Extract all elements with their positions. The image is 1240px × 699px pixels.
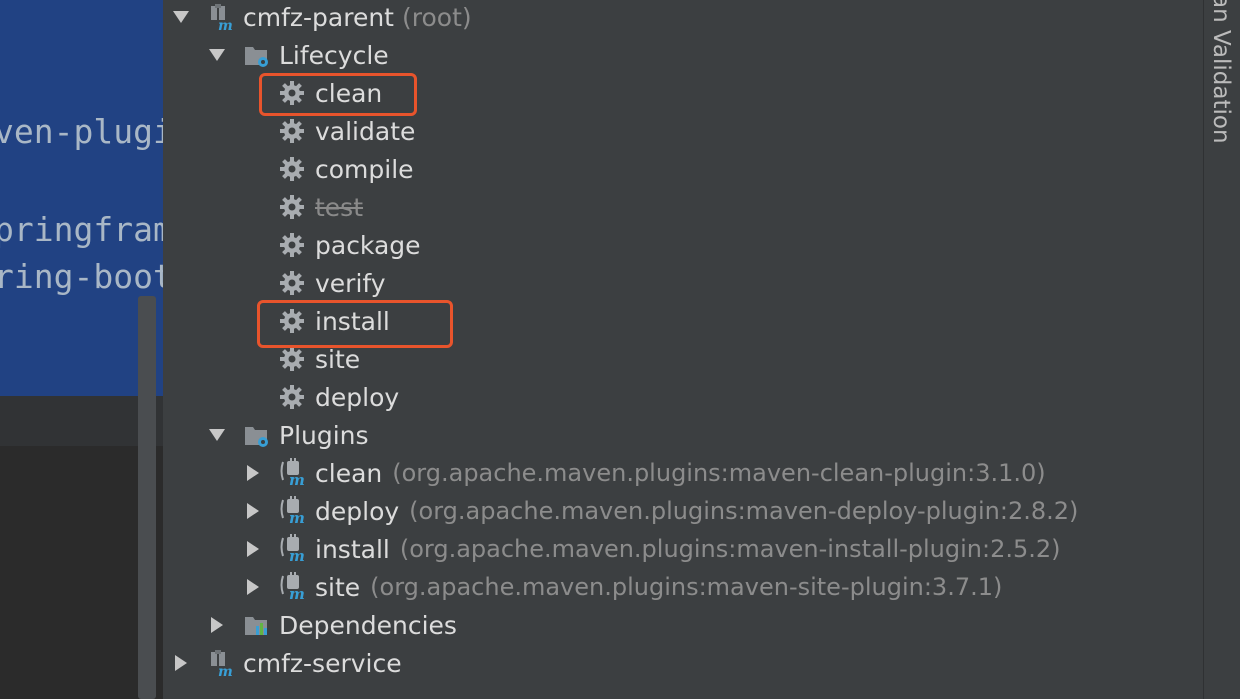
phase-label: compile xyxy=(315,154,414,184)
collapsed-arrow-icon[interactable] xyxy=(205,613,229,637)
root-label: cmfz-parent xyxy=(243,2,394,32)
collapsed-arrow-icon[interactable] xyxy=(169,651,193,675)
maven-plugin-icon: m xyxy=(279,532,309,566)
svg-text:m: m xyxy=(218,18,233,31)
lifecycle-phase-package[interactable]: package xyxy=(279,226,421,264)
lifecycle-phase-test[interactable]: test xyxy=(279,188,363,226)
phase-label: deploy xyxy=(315,382,400,412)
svg-text:m: m xyxy=(218,664,233,677)
plugin-coordinates: (org.apache.maven.plugins:maven-install-… xyxy=(399,535,1061,563)
phase-label: install xyxy=(315,306,390,336)
expanded-arrow-icon[interactable] xyxy=(205,423,229,447)
tree-node-service[interactable]: m cmfz-service xyxy=(169,644,402,682)
maven-plugin-icon: m xyxy=(279,570,309,604)
lifecycle-phase-clean[interactable]: clean xyxy=(279,74,382,112)
phase-label: validate xyxy=(315,116,416,146)
plugin-coordinates: (org.apache.maven.plugins:maven-site-plu… xyxy=(370,573,1003,601)
tree-node-plugins[interactable]: Plugins xyxy=(205,416,369,454)
code-line: pringfram xyxy=(0,210,163,249)
lifecycle-phase-verify[interactable]: verify xyxy=(279,264,386,302)
right-tool-strip: an Validation xyxy=(1203,0,1240,699)
editor-pane[interactable]: ven-plugi pringfram ring-boot xyxy=(0,0,163,699)
maven-plugin-icon: m xyxy=(279,456,309,490)
lifecycle-phase-install[interactable]: install xyxy=(279,302,390,340)
svg-text:m: m xyxy=(289,509,305,524)
plugin-item-site[interactable]: m site (org.apache.maven.plugins:maven-sit… xyxy=(241,568,1002,606)
phase-label: site xyxy=(315,344,361,374)
folder-gear-icon xyxy=(245,427,268,447)
plugin-coordinates: (org.apache.maven.plugins:maven-deploy-p… xyxy=(409,497,1079,525)
bean-validation-tab[interactable]: an Validation xyxy=(1208,0,1234,144)
plugin-coordinates: (org.apache.maven.plugins:maven-clean-pl… xyxy=(392,459,1046,487)
root-suffix: (root) xyxy=(402,2,472,32)
maven-module-icon: m xyxy=(211,4,233,31)
svg-text:m: m xyxy=(289,547,305,562)
phase-label: verify xyxy=(315,268,386,298)
collapsed-arrow-icon[interactable] xyxy=(241,461,265,485)
dependencies-label: Dependencies xyxy=(279,610,457,640)
folder-gear-icon xyxy=(245,47,268,67)
maven-tree-panel: m cmfz-parent (root) Lifecycle clean vali… xyxy=(163,0,1203,699)
service-label: cmfz-service xyxy=(243,648,402,678)
lifecycle-label: Lifecycle xyxy=(279,40,389,70)
svg-text:m: m xyxy=(289,585,305,600)
phase-label: package xyxy=(315,230,421,260)
gear-icon xyxy=(279,232,305,258)
plugin-label: site xyxy=(315,572,361,602)
gear-icon xyxy=(279,80,305,106)
plugin-item-deploy[interactable]: m deploy (org.apache.maven.plugins:maven-d… xyxy=(241,492,1078,530)
tree-node-lifecycle[interactable]: Lifecycle xyxy=(205,36,389,74)
plugin-label: deploy xyxy=(315,496,400,526)
plugin-label: install xyxy=(315,534,390,564)
svg-text:m: m xyxy=(289,471,305,486)
phase-label: clean xyxy=(315,78,383,108)
phase-label: test xyxy=(315,192,364,222)
code-line: ring-boot xyxy=(0,257,163,296)
gear-icon xyxy=(279,156,305,182)
gear-icon xyxy=(279,308,305,334)
plugins-label: Plugins xyxy=(279,420,369,450)
gear-icon xyxy=(279,118,305,144)
code-line: ven-plugi xyxy=(0,112,163,151)
plugin-label: clean xyxy=(315,458,383,488)
lifecycle-phase-deploy[interactable]: deploy xyxy=(279,378,399,416)
maven-module-icon: m xyxy=(211,650,233,677)
tree-node-root[interactable]: m cmfz-parent (root) xyxy=(169,0,472,36)
lifecycle-phase-compile[interactable]: compile xyxy=(279,150,414,188)
gear-icon xyxy=(279,346,305,372)
lifecycle-phase-site[interactable]: site xyxy=(279,340,360,378)
collapsed-arrow-icon[interactable] xyxy=(241,499,265,523)
collapsed-arrow-icon[interactable] xyxy=(241,537,265,561)
gear-icon xyxy=(279,270,305,296)
gear-icon xyxy=(279,194,305,220)
dependencies-icon xyxy=(245,617,267,635)
maven-plugin-icon: m xyxy=(279,494,309,528)
plugin-item-clean[interactable]: m clean (org.apache.maven.plugins:maven-cl… xyxy=(241,454,1046,492)
tree-node-dependencies[interactable]: Dependencies xyxy=(205,606,457,644)
plugin-item-install[interactable]: m install (org.apache.maven.plugins:maven-… xyxy=(241,530,1061,568)
expanded-arrow-icon[interactable] xyxy=(169,5,193,29)
lifecycle-phase-validate[interactable]: validate xyxy=(279,112,415,150)
editor-scrollbar[interactable] xyxy=(138,296,156,699)
expanded-arrow-icon[interactable] xyxy=(205,43,229,67)
gear-icon xyxy=(279,384,305,410)
collapsed-arrow-icon[interactable] xyxy=(241,575,265,599)
